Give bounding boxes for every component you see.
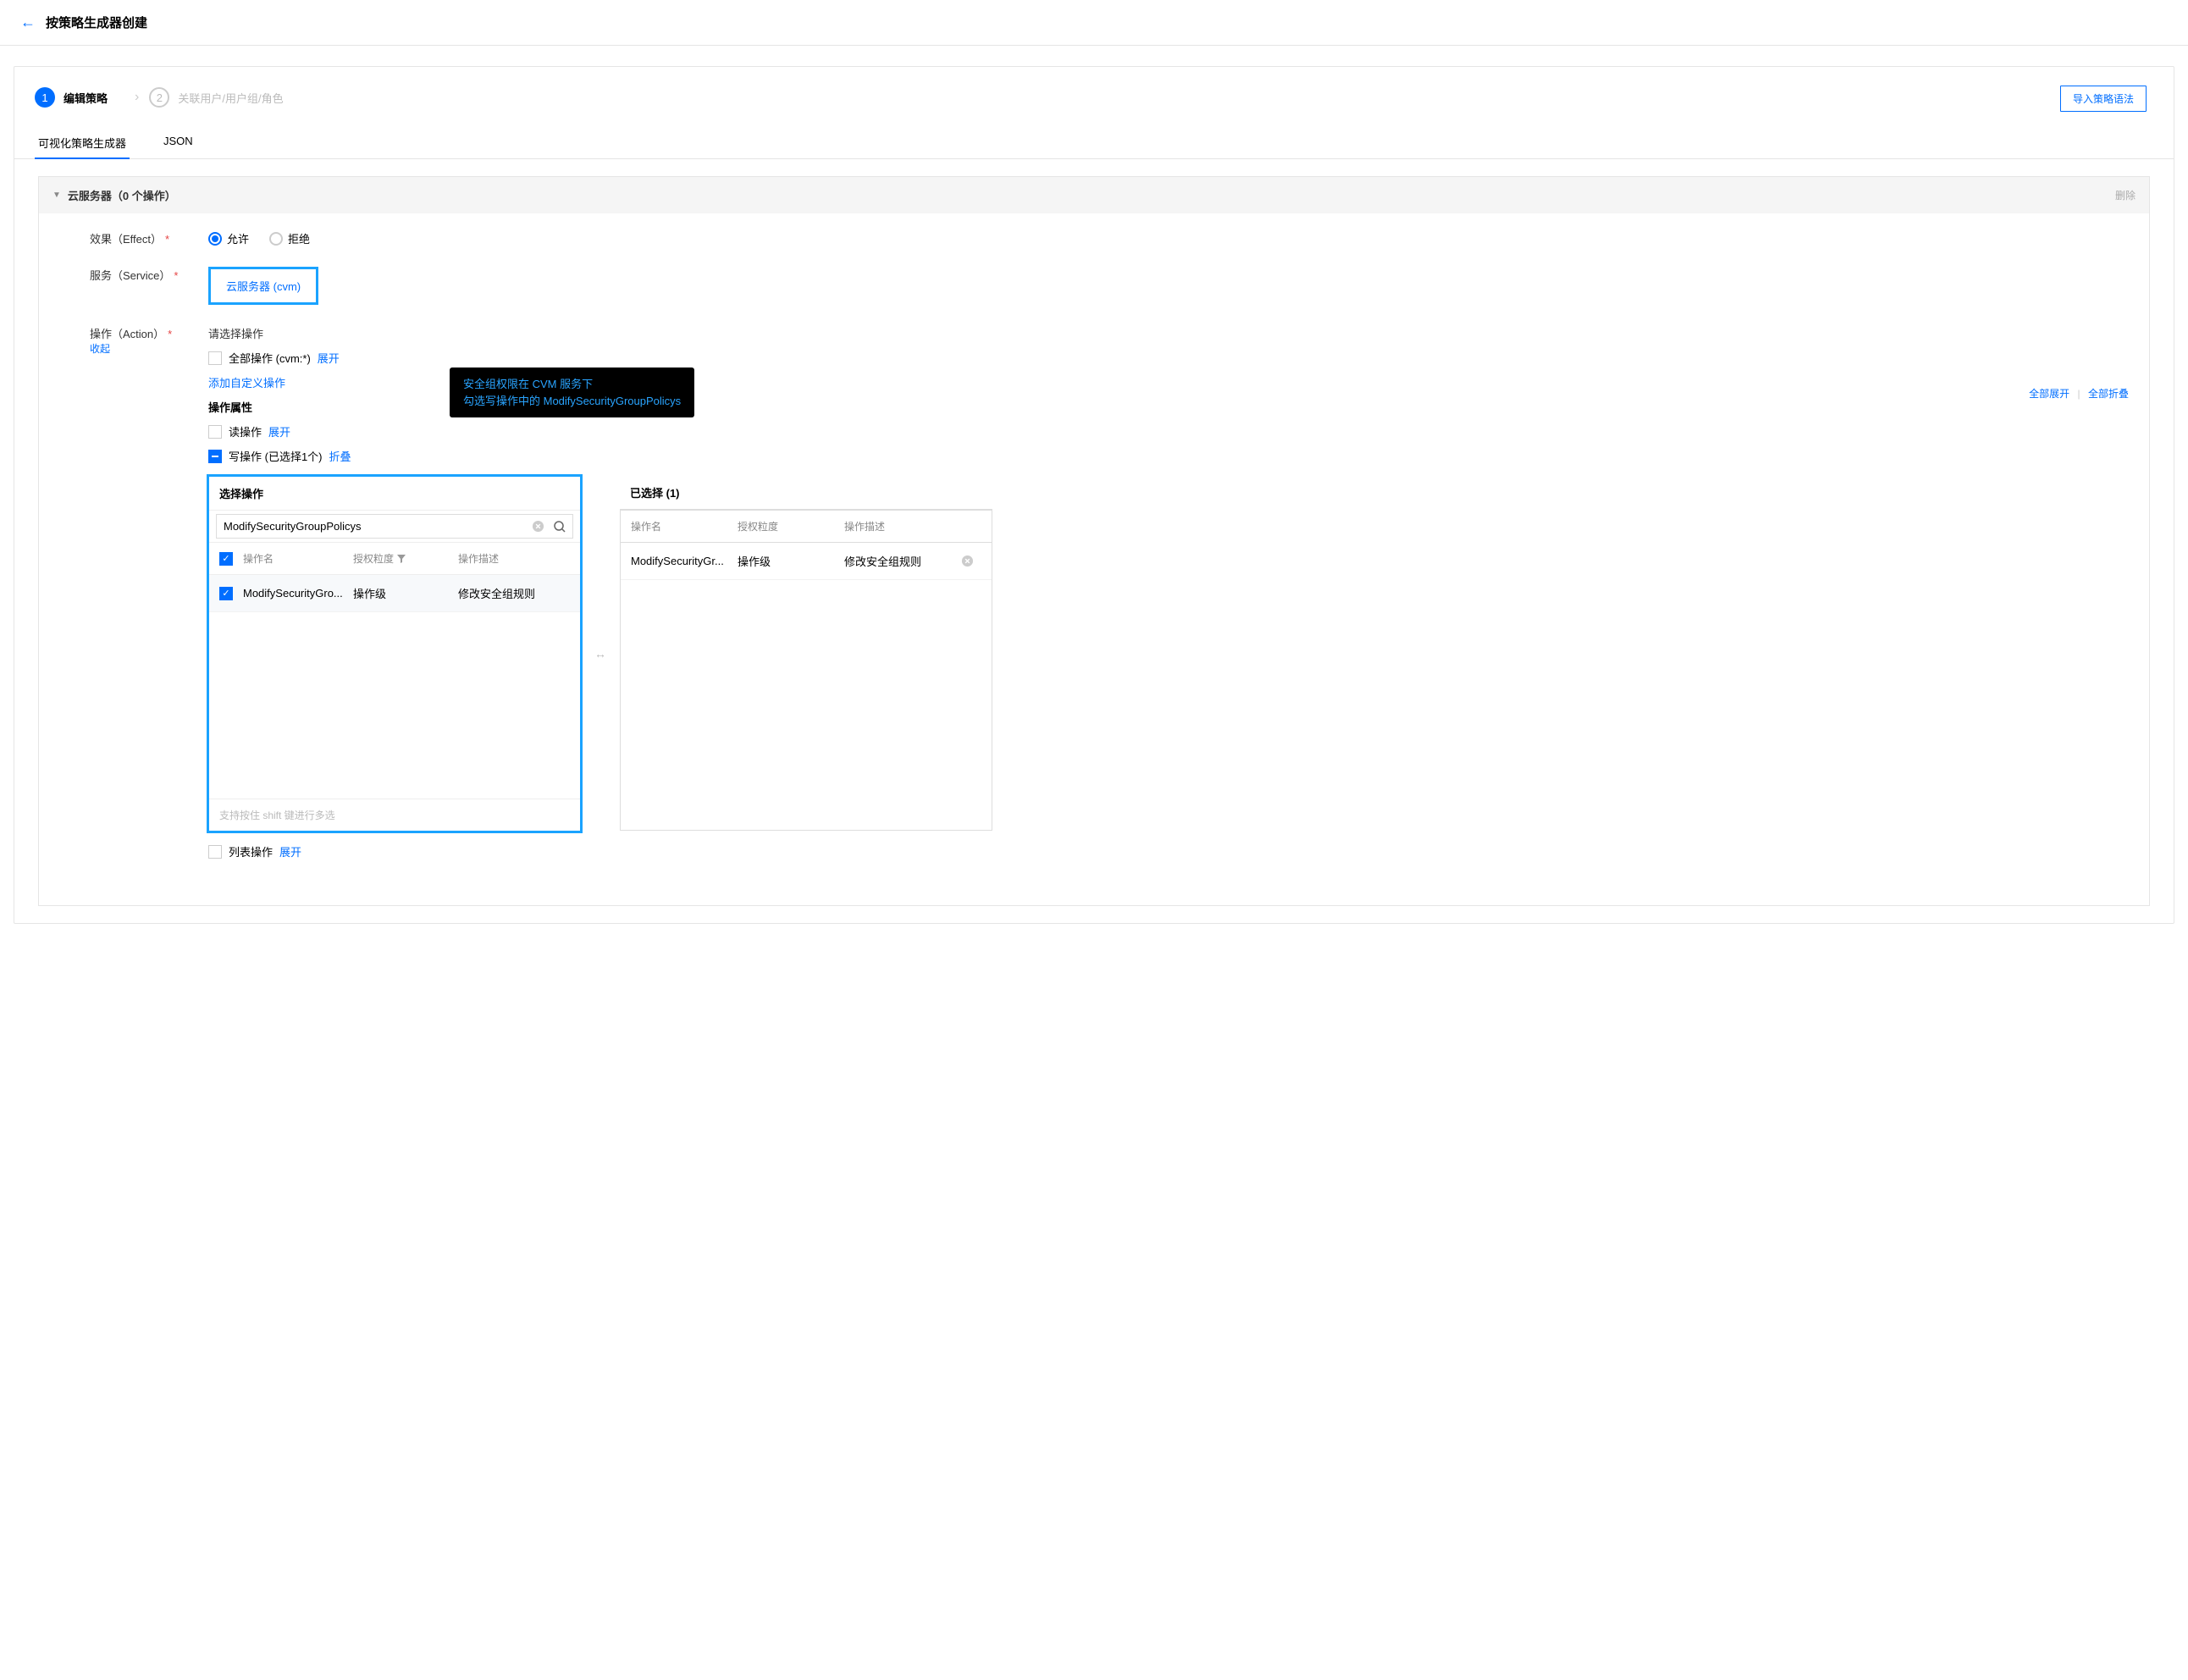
action-select-hint: 请选择操作 [208, 325, 2136, 341]
tab-visual-policy-generator[interactable]: 可视化策略生成器 [35, 128, 130, 159]
all-operations-row: 全部操作 (cvm:*) 展开 [208, 350, 2136, 366]
action-collapse-link[interactable]: 收起 [90, 343, 110, 355]
filter-icon[interactable] [397, 555, 406, 563]
read-operations-row: 读操作 展开 [208, 423, 2136, 439]
back-arrow-icon[interactable]: ← [20, 14, 36, 31]
service-row: 服务（Service）* 云服务器 (cvm) [90, 267, 2136, 305]
transfer-arrows-icon: ↔ [594, 647, 606, 660]
step-2-number: 2 [149, 87, 169, 108]
action-label: 操作（Action）* 收起 [90, 325, 208, 356]
operation-search-input[interactable] [216, 514, 573, 539]
available-table-body: ✓ ModifySecurityGro... 操作级 修改安全组规则 [209, 575, 580, 799]
selected-operations-panel: 操作名 授权粒度 操作描述 ModifySecurityGr... 操作级 修改… [620, 509, 992, 831]
selected-panel-title: 已选择 (1) [620, 476, 992, 509]
available-panel-footer: 支持按住 shift 键进行多选 [209, 799, 580, 831]
selected-row-grain: 操作级 [738, 553, 844, 569]
selected-col-header-desc: 操作描述 [844, 519, 961, 533]
all-operations-checkbox[interactable] [208, 351, 222, 365]
expand-all-link[interactable]: 全部展开 [2029, 388, 2069, 400]
section-title: 云服务器（0 个操作） [68, 187, 176, 203]
all-operations-expand[interactable]: 展开 [318, 350, 340, 366]
read-operations-expand[interactable]: 展开 [268, 423, 290, 439]
table-row: ModifySecurityGr... 操作级 修改安全组规则 [621, 543, 992, 580]
step-1[interactable]: 1 编辑策略 [35, 87, 108, 108]
import-policy-syntax-button[interactable]: 导入策略语法 [2060, 86, 2147, 112]
steps-row: 1 编辑策略 › 2 关联用户/用户组/角色 导入策略语法 [14, 67, 2174, 108]
chevron-right-icon: › [135, 90, 139, 105]
write-operations-row: 写操作 (已选择1个) 折叠 [208, 448, 2136, 464]
selected-operations-column: 已选择 (1) 操作名 授权粒度 操作描述 ModifySecurityGr..… [620, 476, 992, 831]
selected-table-header: 操作名 授权粒度 操作描述 [621, 510, 992, 543]
row-operation-grain: 操作级 [353, 585, 458, 601]
selected-row-desc: 修改安全组规则 [844, 553, 961, 569]
radio-unchecked-icon [269, 232, 283, 246]
list-operations-checkbox[interactable] [208, 845, 222, 859]
effect-allow-radio[interactable]: 允许 [208, 230, 249, 246]
available-operations-panel: 选择操作 [208, 476, 581, 832]
write-operations-label: 写操作 (已选择1个) [229, 448, 323, 464]
selected-row-name: ModifySecurityGr... [631, 555, 738, 567]
selected-col-header-name: 操作名 [631, 519, 738, 533]
list-operations-expand[interactable]: 展开 [279, 843, 301, 859]
selected-col-header-grain: 授权粒度 [738, 519, 844, 533]
write-operations-checkbox[interactable] [208, 450, 222, 463]
service-label: 服务（Service）* [90, 267, 208, 283]
main-card: 1 编辑策略 › 2 关联用户/用户组/角色 导入策略语法 可视化策略生成器 J… [14, 66, 2174, 924]
available-table-header: ✓ 操作名 授权粒度 操作描述 [209, 543, 580, 575]
search-icon[interactable] [553, 520, 566, 533]
effect-label: 效果（Effect）* [90, 230, 208, 246]
section-header[interactable]: ▼ 云服务器（0 个操作） 删除 [39, 177, 2149, 213]
page-title: 按策略生成器创建 [46, 14, 147, 31]
col-header-grain[interactable]: 授权粒度 [353, 551, 458, 566]
table-row[interactable]: ✓ ModifySecurityGro... 操作级 修改安全组规则 [209, 575, 580, 612]
tabs: 可视化策略生成器 JSON [14, 128, 2174, 159]
list-operations-row: 列表操作 展开 [208, 843, 2136, 859]
remove-selected-icon[interactable] [961, 555, 981, 567]
collapse-all-link[interactable]: 全部折叠 [2088, 388, 2129, 400]
tab-json[interactable]: JSON [160, 128, 196, 158]
policy-section: ▼ 云服务器（0 个操作） 删除 效果（Effect）* 允许 拒绝 [38, 176, 2150, 906]
page-header: ← 按策略生成器创建 [0, 0, 2188, 46]
expand-collapse-all: 全部展开 | 全部折叠 [2029, 386, 2129, 401]
available-panel-title: 选择操作 [209, 477, 580, 511]
search-row [209, 511, 580, 543]
caret-down-icon: ▼ [52, 191, 61, 200]
row-checkbox[interactable]: ✓ [219, 587, 233, 600]
effect-deny-label: 拒绝 [288, 230, 310, 246]
read-operations-label: 读操作 [229, 423, 262, 439]
step-2-label: 关联用户/用户组/角色 [178, 90, 283, 106]
step-2[interactable]: 2 关联用户/用户组/角色 [149, 87, 283, 108]
add-custom-operation-link[interactable]: 添加自定义操作 [208, 374, 285, 390]
col-header-name: 操作名 [243, 551, 353, 566]
effect-row: 效果（Effect）* 允许 拒绝 [90, 230, 2136, 246]
effect-deny-radio[interactable]: 拒绝 [269, 230, 310, 246]
effect-allow-label: 允许 [227, 230, 249, 246]
row-operation-desc: 修改安全组规则 [458, 585, 570, 601]
step-1-number: 1 [35, 87, 55, 108]
col-header-desc: 操作描述 [458, 551, 570, 566]
step-1-label: 编辑策略 [64, 90, 108, 106]
service-selector[interactable]: 云服务器 (cvm) [208, 267, 318, 305]
write-operations-collapse[interactable]: 折叠 [329, 448, 351, 464]
tooltip-annotation: 安全组权限在 CVM 服务下 勾选写操作中的 ModifySecurityGro… [450, 368, 694, 417]
radio-checked-icon [208, 232, 222, 246]
transfer-container: 选择操作 [208, 476, 2136, 832]
action-row: 操作（Action）* 收起 请选择操作 全部操作 (cvm:*) 展开 添加自… [90, 325, 2136, 868]
delete-section-button[interactable]: 删除 [2115, 188, 2136, 202]
select-all-checkbox[interactable]: ✓ [219, 552, 233, 566]
all-operations-label: 全部操作 (cvm:*) [229, 350, 311, 366]
read-operations-checkbox[interactable] [208, 425, 222, 439]
clear-search-icon[interactable] [532, 520, 544, 533]
row-operation-name: ModifySecurityGro... [243, 587, 353, 600]
section-body: 效果（Effect）* 允许 拒绝 服务（Service）* [39, 213, 2149, 905]
list-operations-label: 列表操作 [229, 843, 273, 859]
